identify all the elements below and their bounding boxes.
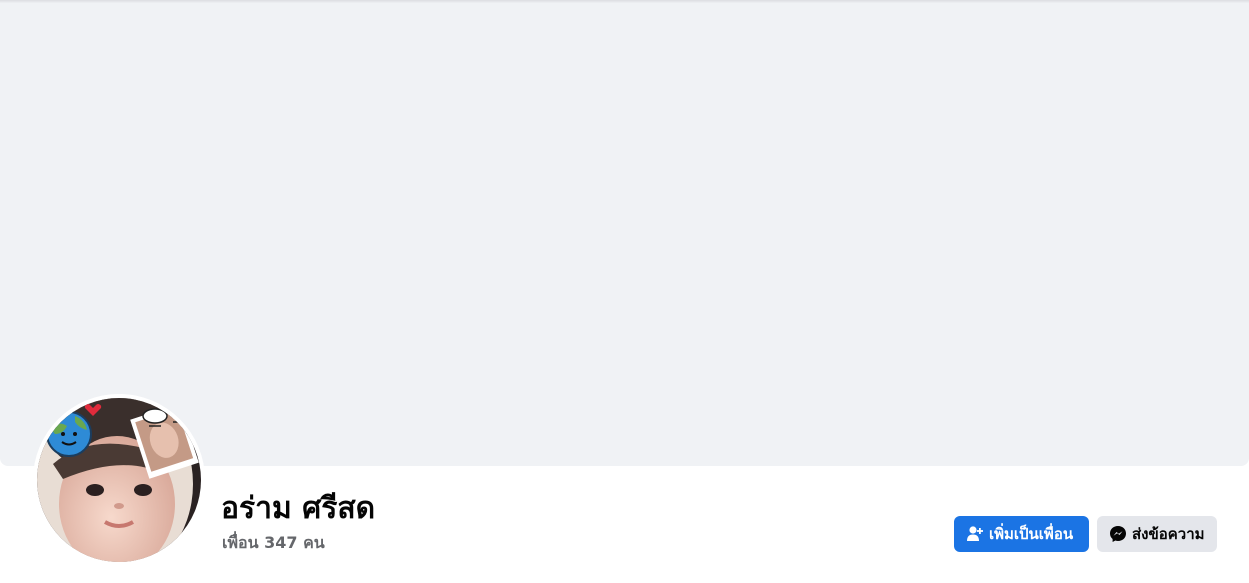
- cover-photo[interactable]: [0, 3, 1249, 466]
- add-friend-label: เพิ่มเป็นเพื่อน: [989, 525, 1074, 543]
- add-friend-button[interactable]: เพิ่มเป็นเพื่อน: [954, 516, 1089, 552]
- messenger-icon: [1109, 525, 1127, 543]
- avatar-image: [33, 394, 205, 566]
- profile-page: อร่าม ศรีสด เพื่อน 347 คน เพิ่มเป็นเพื่อ…: [0, 0, 1249, 583]
- add-friend-icon: [966, 525, 984, 543]
- message-label: ส่งข้อความ: [1132, 525, 1205, 543]
- message-button[interactable]: ส่งข้อความ: [1097, 516, 1217, 552]
- friends-count-link[interactable]: เพื่อน 347 คน: [222, 531, 325, 556]
- profile-name: อร่าม ศรีสด: [221, 491, 376, 526]
- profile-avatar[interactable]: [33, 394, 205, 566]
